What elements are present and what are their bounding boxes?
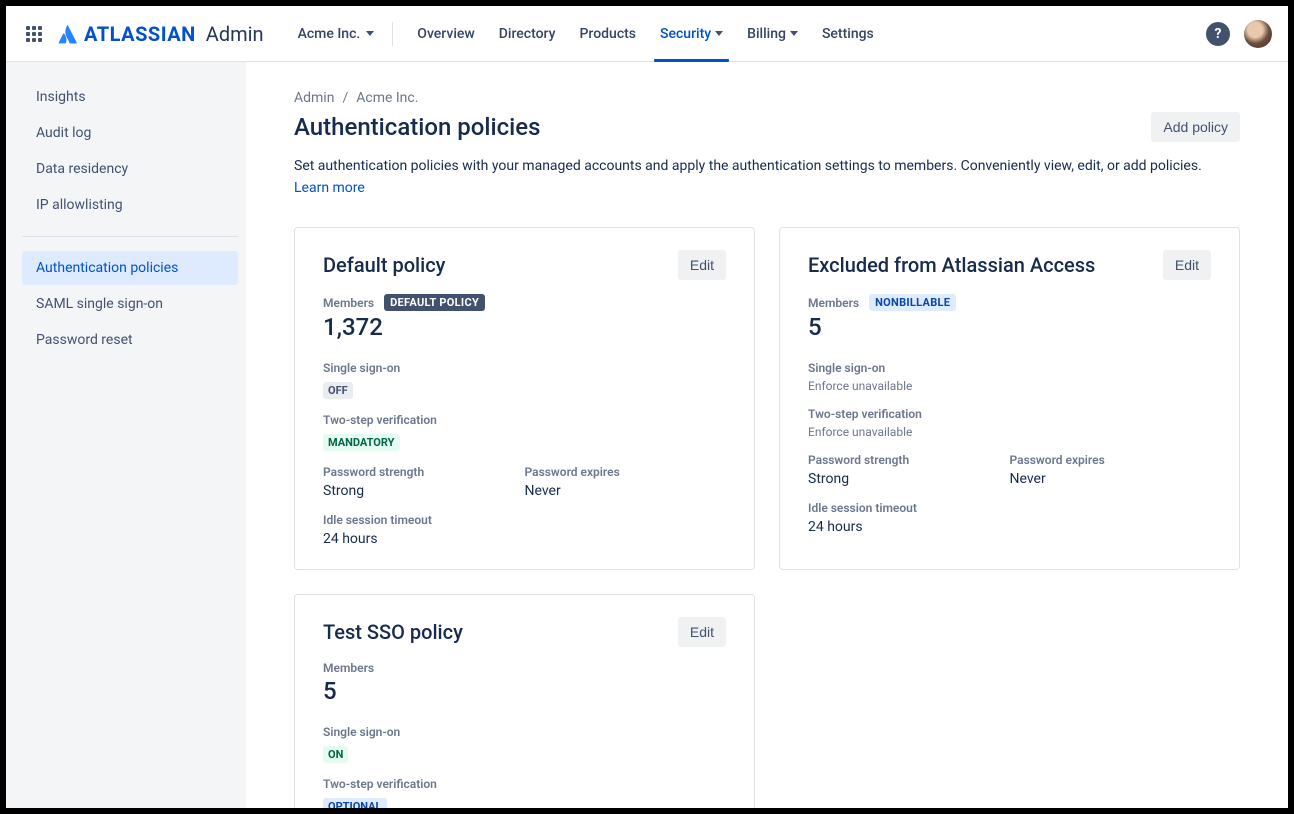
nav-overview[interactable]: Overview: [405, 6, 486, 61]
policy-title: Default policy: [323, 253, 445, 277]
idle-label: Idle session timeout: [323, 513, 726, 527]
chevron-down-icon: [366, 31, 374, 36]
help-icon[interactable]: ?: [1206, 22, 1230, 46]
logo-text: ATLASSIAN: [84, 22, 196, 46]
two-step-status-lozenge: OPTIONAL: [323, 798, 387, 808]
members-label: Members: [808, 296, 859, 310]
sso-status-lozenge: OFF: [323, 382, 353, 399]
edit-policy-button[interactable]: Edit: [678, 617, 726, 647]
page-description: Set authentication policies with your ma…: [294, 156, 1240, 199]
two-step-status-lozenge: MANDATORY: [323, 434, 400, 451]
breadcrumb-admin[interactable]: Admin: [294, 90, 334, 106]
nav-label: Security: [660, 26, 711, 42]
chevron-down-icon: [790, 31, 798, 36]
breadcrumb-org[interactable]: Acme Inc.: [356, 90, 418, 106]
nav-directory[interactable]: Directory: [487, 6, 568, 61]
policy-card-excluded: Excluded from Atlassian Access Edit Memb…: [779, 227, 1240, 570]
add-policy-button[interactable]: Add policy: [1151, 112, 1240, 142]
sidebar-item-data-residency[interactable]: Data residency: [22, 152, 238, 186]
sso-label: Single sign-on: [808, 361, 1211, 375]
nonbillable-badge: NONBILLABLE: [869, 294, 956, 311]
sso-label: Single sign-on: [323, 361, 726, 375]
pw-expires-label: Password expires: [525, 465, 727, 479]
avatar[interactable]: [1244, 20, 1272, 48]
edit-policy-button[interactable]: Edit: [1163, 250, 1211, 280]
members-count: 5: [808, 313, 1211, 341]
sidebar-item-audit-log[interactable]: Audit log: [22, 116, 238, 150]
idle-value: 24 hours: [323, 531, 726, 547]
nav-label: Billing: [747, 26, 786, 42]
default-policy-badge: DEFAULT POLICY: [384, 294, 485, 311]
header-divider: [392, 22, 393, 46]
org-switcher[interactable]: Acme Inc.: [288, 20, 385, 48]
sidebar: Insights Audit log Data residency IP all…: [6, 62, 246, 808]
edit-policy-button[interactable]: Edit: [678, 250, 726, 280]
sidebar-item-password-reset[interactable]: Password reset: [22, 323, 238, 357]
sidebar-divider: [22, 236, 238, 237]
idle-value: 24 hours: [808, 519, 1211, 535]
sso-status-lozenge: ON: [323, 746, 348, 763]
chevron-down-icon: [715, 31, 723, 36]
breadcrumb: Admin / Acme Inc.: [294, 90, 1240, 106]
pw-strength-label: Password strength: [808, 453, 1010, 467]
sidebar-item-ip-allowlisting[interactable]: IP allowlisting: [22, 188, 238, 222]
two-step-label: Two-step verification: [808, 407, 1211, 421]
idle-label: Idle session timeout: [808, 501, 1211, 515]
sso-label: Single sign-on: [323, 725, 726, 739]
main-content: Admin / Acme Inc. Authentication policie…: [246, 62, 1288, 808]
nav-settings[interactable]: Settings: [810, 6, 886, 61]
org-name: Acme Inc.: [298, 26, 361, 42]
pw-strength-value: Strong: [808, 471, 1010, 487]
members-count: 5: [323, 677, 726, 705]
policy-title: Excluded from Atlassian Access: [808, 253, 1095, 277]
atlassian-mark-icon: [58, 24, 78, 44]
atlassian-logo[interactable]: ATLASSIAN Admin: [58, 22, 264, 46]
nav-label: Directory: [499, 26, 556, 42]
sso-unavailable-text: Enforce unavailable: [808, 379, 1211, 393]
logo-suffix: Admin: [206, 22, 264, 46]
pw-expires-label: Password expires: [1010, 453, 1212, 467]
page-title: Authentication policies: [294, 113, 541, 141]
sidebar-item-insights[interactable]: Insights: [22, 80, 238, 114]
two-step-unavailable-text: Enforce unavailable: [808, 425, 1211, 439]
sidebar-item-authentication-policies[interactable]: Authentication policies: [22, 251, 238, 285]
policy-title: Test SSO policy: [323, 620, 463, 644]
top-nav: Overview Directory Products Security Bil…: [405, 6, 885, 61]
nav-label: Products: [580, 26, 637, 42]
nav-security[interactable]: Security: [648, 6, 735, 61]
breadcrumb-separator: /: [342, 90, 348, 106]
members-label: Members: [323, 296, 374, 310]
nav-label: Settings: [822, 26, 874, 42]
two-step-label: Two-step verification: [323, 413, 726, 427]
top-header: ATLASSIAN Admin Acme Inc. Overview Direc…: [6, 6, 1288, 62]
pw-strength-value: Strong: [323, 483, 525, 499]
members-count: 1,372: [323, 313, 726, 341]
app-switcher-icon[interactable]: [22, 22, 46, 46]
sidebar-item-saml-sso[interactable]: SAML single sign-on: [22, 287, 238, 321]
pw-expires-value: Never: [525, 483, 727, 499]
description-text: Set authentication policies with your ma…: [294, 158, 1202, 174]
pw-expires-value: Never: [1010, 471, 1212, 487]
learn-more-link[interactable]: Learn more: [294, 180, 365, 196]
pw-strength-label: Password strength: [323, 465, 525, 479]
members-label: Members: [323, 661, 374, 675]
nav-billing[interactable]: Billing: [735, 6, 810, 61]
policy-card-test-sso: Test SSO policy Edit Members 5 Single si…: [294, 594, 755, 808]
policy-card-default: Default policy Edit Members DEFAULT POLI…: [294, 227, 755, 570]
nav-products[interactable]: Products: [568, 6, 649, 61]
two-step-label: Two-step verification: [323, 777, 726, 791]
nav-label: Overview: [417, 26, 474, 42]
